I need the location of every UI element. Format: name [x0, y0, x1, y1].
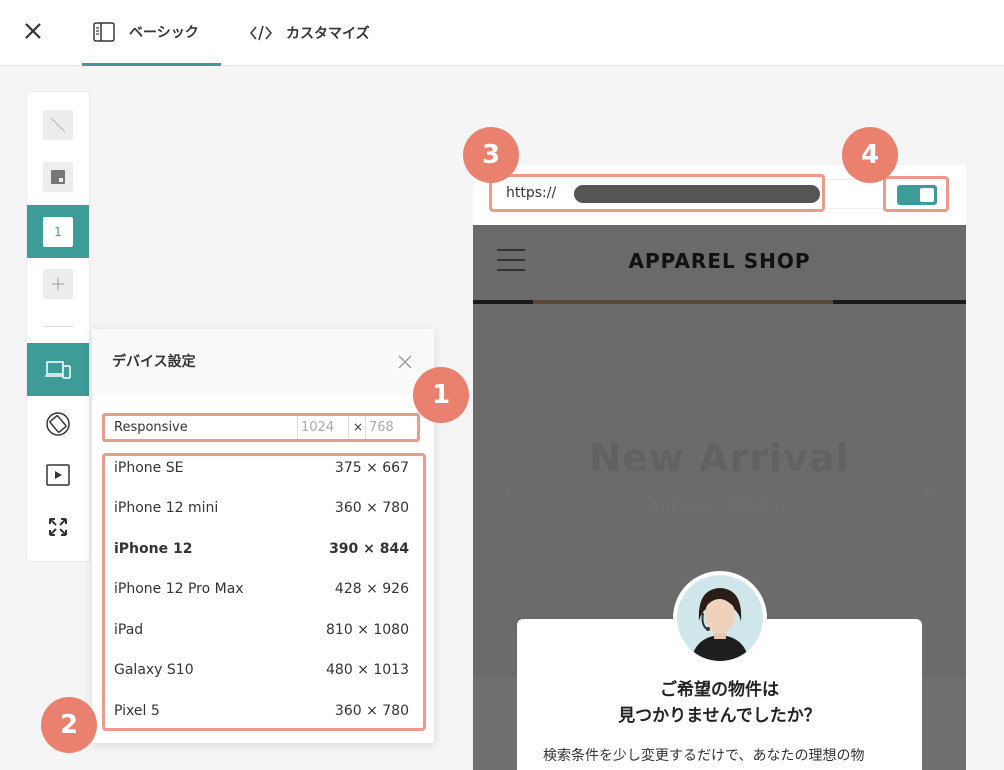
hero-title: New Arrival	[589, 436, 850, 480]
device-button[interactable]	[27, 343, 89, 396]
chat-question-line2: 見つかりませんでしたか？	[618, 706, 821, 726]
device-size: 390 × 844	[329, 541, 409, 557]
image-block-button[interactable]	[27, 162, 89, 192]
device-row-pixel-5[interactable]: Pixel 5 360 × 780	[105, 699, 423, 739]
url-prefix: https://	[506, 185, 557, 201]
device-size: 428 × 926	[334, 581, 409, 597]
device-name: iPhone 12 mini	[114, 500, 219, 516]
device-row-galaxy-s10[interactable]: Galaxy S10 480 × 1013	[105, 658, 423, 698]
top-bar: ベーシック カスタマイズ	[0, 0, 1004, 66]
device-name: Pixel 5	[114, 703, 160, 719]
hero-next-arrow-icon[interactable]: ›	[921, 474, 932, 507]
tab-customize[interactable]: カスタマイズ	[250, 0, 370, 66]
callout-badge-4: 4	[842, 127, 898, 183]
play-icon	[46, 464, 70, 486]
fullscreen-icon	[49, 518, 67, 536]
chat-question: ご希望の物件は 見つかりませんでしたか？	[517, 677, 922, 729]
device-name: iPad	[114, 622, 144, 638]
device-name: iPhone 12 Pro Max	[114, 581, 244, 597]
rotate-icon	[46, 412, 70, 436]
image-block-icon	[43, 162, 73, 192]
rotate-button[interactable]	[27, 408, 89, 440]
hero-subtitle: Autumn - Winter	[650, 500, 789, 515]
device-settings-panel: デバイス設定 Responsive 1024 × 768 iPhone SE 3…	[92, 329, 434, 743]
callout-badge-2: 2	[41, 697, 97, 753]
fullscreen-button[interactable]	[27, 512, 89, 542]
close-button[interactable]	[20, 18, 46, 44]
callout-badge-3: 3	[463, 127, 519, 183]
device-size: 360 × 780	[334, 500, 409, 516]
url-bar: https://	[473, 165, 966, 225]
page-number-button[interactable]: 1	[27, 205, 89, 258]
device-row-ipad[interactable]: iPad 810 × 1080	[105, 618, 423, 658]
device-size: 360 × 780	[334, 703, 409, 719]
callout-badge-1: 1	[413, 367, 469, 423]
toggle-container	[883, 176, 949, 212]
device-name: iPhone SE	[114, 460, 184, 476]
preview-toggle[interactable]	[897, 185, 937, 205]
vertical-toolbar: 1	[26, 91, 90, 562]
tab-customize-label: カスタマイズ	[286, 26, 370, 42]
device-size: 810 × 1080	[326, 622, 409, 638]
device-panel-header: デバイス設定	[92, 329, 434, 395]
responsive-height-field[interactable]: 768	[365, 416, 415, 439]
tab-basic-label: ベーシック	[129, 24, 199, 41]
responsive-width-field[interactable]: 1024	[297, 416, 349, 439]
close-icon	[398, 355, 412, 369]
site-header: APPAREL SHOP	[473, 225, 966, 300]
device-size: 375 × 667	[334, 460, 409, 476]
shop-title: APPAREL SHOP	[628, 249, 811, 273]
toggle-knob	[920, 188, 934, 202]
device-list: iPhone SE 375 × 667 iPhone 12 mini 360 ×…	[102, 453, 426, 731]
url-field[interactable]: https://	[489, 174, 825, 212]
operator-portrait	[677, 575, 763, 661]
no-fill-icon	[43, 110, 73, 140]
site-preview: https:// APPAREL SHOP ‹ New Arrival Autu…	[473, 165, 966, 770]
tab-basic[interactable]: ベーシック	[82, 0, 221, 66]
device-icon	[45, 360, 71, 379]
device-row-iphone-12[interactable]: iPhone 12 390 × 844	[105, 537, 423, 577]
device-name: Galaxy S10	[114, 662, 194, 678]
operator-avatar	[673, 571, 767, 665]
responsive-row[interactable]: Responsive 1024 × 768	[102, 413, 420, 442]
close-icon	[25, 23, 41, 39]
code-icon	[250, 25, 272, 41]
device-row-iphone-se[interactable]: iPhone SE 375 × 667	[105, 456, 423, 496]
play-button[interactable]	[27, 460, 89, 490]
sidebar-panel-icon	[93, 21, 115, 42]
device-name: iPhone 12	[114, 541, 193, 557]
chat-body-text: 検索条件を少し変更するだけで、あなたの理想の物	[543, 748, 865, 764]
add-button[interactable]	[27, 269, 89, 299]
no-fill-button[interactable]	[27, 110, 89, 140]
device-panel-close-button[interactable]	[398, 349, 412, 374]
device-row-iphone-12-pro-max[interactable]: iPhone 12 Pro Max 428 × 926	[105, 577, 423, 617]
url-field-tail	[825, 179, 883, 209]
responsive-label: Responsive	[114, 420, 188, 435]
chat-question-line1: ご希望の物件は	[660, 680, 779, 700]
url-redacted	[574, 185, 820, 203]
device-panel-title: デバイス設定	[112, 354, 196, 370]
add-icon	[43, 269, 73, 299]
responsive-times-sign: ×	[353, 420, 364, 434]
device-row-iphone-12-mini[interactable]: iPhone 12 mini 360 × 780	[105, 496, 423, 536]
toolbar-divider	[43, 326, 73, 327]
page-number: 1	[43, 216, 73, 247]
device-size: 480 × 1013	[326, 662, 409, 678]
